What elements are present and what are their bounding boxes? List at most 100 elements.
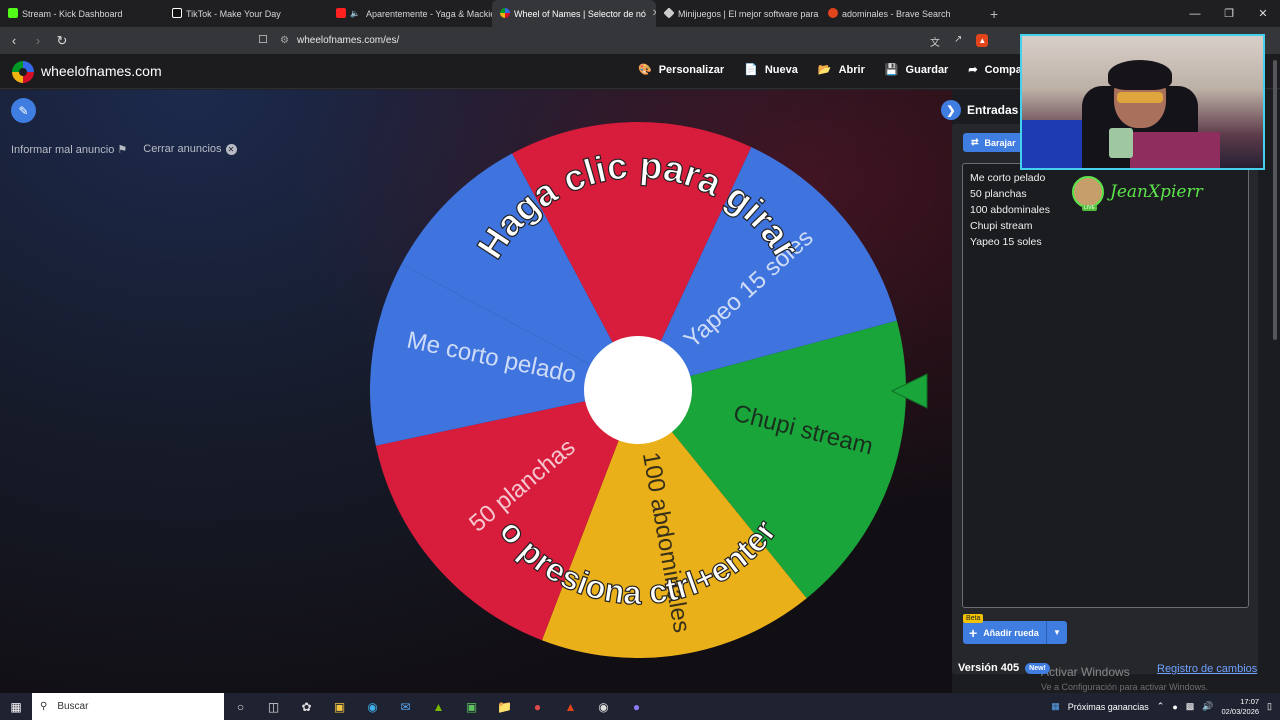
webcam-sunglasses xyxy=(1117,92,1163,103)
mail-icon[interactable]: ✉ xyxy=(389,700,422,714)
bookmark-icon[interactable]: ☐ xyxy=(258,33,268,46)
report-ad-link[interactable]: Informar mal anuncio ⚑ xyxy=(11,143,127,156)
report-ad-label: Informar mal anuncio xyxy=(11,144,115,156)
youtube-favicon-icon xyxy=(336,8,346,18)
menu-label: Nueva xyxy=(764,63,798,76)
tab-title: Stream - Kick Dashboard xyxy=(22,8,123,19)
discord-icon[interactable]: ● xyxy=(620,700,653,714)
new-tab-icon[interactable]: + xyxy=(990,6,998,22)
store-icon[interactable]: ▣ xyxy=(323,700,356,714)
shuffle-icon: ⇄ xyxy=(971,137,979,147)
tab-tiktok[interactable]: TikTok - Make Your Day xyxy=(164,0,328,27)
search-icon: ⚲ xyxy=(40,701,48,712)
news-widget-label[interactable]: Próximas ganancias xyxy=(1068,702,1149,712)
obs-icon[interactable]: ◉ xyxy=(587,700,620,714)
minimize-icon[interactable]: — xyxy=(1178,0,1212,27)
task-view-icon[interactable]: ◫ xyxy=(257,700,290,714)
url-field[interactable]: ⚙ wheelofnames.com/es/ xyxy=(280,31,1020,50)
wheel[interactable]: Chupi stream100 abdominales50 planchasMe… xyxy=(0,90,952,693)
brand-name[interactable]: wheelofnames.com xyxy=(41,63,162,79)
tab-title: TikTok - Make Your Day xyxy=(186,8,281,19)
tab-title: Aparentemente - Yaga & Mackie xyxy=(365,8,492,19)
back-icon[interactable]: ‹ xyxy=(4,33,24,48)
cortana-icon[interactable]: ○ xyxy=(224,700,257,714)
streamer-avatar: LIVE xyxy=(1072,176,1104,211)
system-tray: ▦ Próximas ganancias ⌃ ● ▩ 🔊 17:07 02/03… xyxy=(1051,693,1280,720)
tab-kick[interactable]: Stream - Kick Dashboard xyxy=(0,0,164,27)
window-controls: — ❐ ✕ xyxy=(1178,0,1280,27)
forward-icon[interactable]: › xyxy=(28,33,48,48)
taskbar-search-placeholder: Buscar xyxy=(57,701,89,712)
clock-date: 02/03/2026 xyxy=(1221,706,1260,716)
file-explorer-icon[interactable]: 📁 xyxy=(488,700,521,714)
edge-icon[interactable]: ◉ xyxy=(356,700,389,714)
minecraft-icon[interactable]: ▣ xyxy=(455,700,488,714)
wheel-logo-icon[interactable] xyxy=(12,61,34,83)
app-icon[interactable]: ● xyxy=(521,700,554,714)
microphone-icon[interactable]: ● xyxy=(1172,702,1177,712)
reload-icon[interactable]: ↻ xyxy=(52,33,72,49)
ad-links: Informar mal anuncio ⚑ Cerrar anuncios ✕ xyxy=(11,143,237,156)
new-button[interactable]: 📄 Nueva xyxy=(744,63,798,77)
menu-label: Abrir xyxy=(838,63,865,76)
chevron-down-icon[interactable]: ▼ xyxy=(1046,621,1067,644)
windows-taskbar: ▦ ⚲ Buscar ○ ◫ ✿ ▣ ◉ ✉ ▲ ▣ 📁 ● ▲ ◉ ● ▦ Pr… xyxy=(0,693,1280,720)
customize-button[interactable]: 🎨 Personalizar xyxy=(638,63,725,77)
webcam-hair xyxy=(1108,60,1172,90)
copilot-icon[interactable]: ✿ xyxy=(290,700,323,714)
windows-start-icon[interactable]: ▦ xyxy=(0,700,32,714)
tray-chevron-icon[interactable]: ⌃ xyxy=(1157,701,1165,712)
close-ads-label: Cerrar anuncios xyxy=(143,143,222,155)
clock-time: 17:07 xyxy=(1240,696,1260,706)
restore-icon[interactable]: ❐ xyxy=(1212,0,1246,27)
tiktok-favicon-icon xyxy=(172,8,182,18)
flag-icon: ⚑ xyxy=(117,144,128,156)
menu-label: Personalizar xyxy=(658,63,725,76)
tab-wheel-of-names[interactable]: Wheel of Names | Selector de nó✕ xyxy=(492,0,656,27)
translate-icon[interactable]: 文 xyxy=(930,34,940,49)
version-label: Versión 405 xyxy=(958,662,1020,674)
streamer-name: JeanXpierr xyxy=(1110,182,1203,202)
tab-brave-search[interactable]: adominales - Brave Search xyxy=(820,0,984,27)
kick-favicon-icon xyxy=(8,8,18,18)
nvidia-icon[interactable]: ▲ xyxy=(422,700,455,714)
address-actions: 文 ↗ ▲ xyxy=(930,34,989,49)
share-page-icon[interactable]: ↗ xyxy=(954,34,962,49)
entries-title: Entradas xyxy=(967,103,1019,117)
tab-title: Wheel of Names | Selector de nó xyxy=(514,8,646,19)
save-button[interactable]: 💾 Guardar xyxy=(885,63,949,77)
changelog-link[interactable]: Registro de cambios xyxy=(1157,663,1257,675)
speaker-icon[interactable]: 🔈 xyxy=(350,9,360,18)
open-button[interactable]: 📂 Abrir xyxy=(818,63,865,77)
new-badge: New! xyxy=(1025,662,1050,674)
activate-windows-subtitle: Ve a Configuración para activar Windows. xyxy=(1041,682,1209,692)
edit-pencil-icon[interactable]: ✎ xyxy=(11,98,36,123)
wheel-stage: ✎ Informar mal anuncio ⚑ Cerrar anuncios… xyxy=(0,90,952,693)
brave-search-favicon-icon xyxy=(828,8,838,18)
news-widget-icon[interactable]: ▦ xyxy=(1051,701,1060,712)
tab-minijuegos[interactable]: Minijuegos | El mejor software para j xyxy=(656,0,820,27)
notifications-icon[interactable]: ▯ xyxy=(1267,701,1272,712)
close-window-icon[interactable]: ✕ xyxy=(1246,0,1280,27)
tab-youtube[interactable]: 🔈 Aparentemente - Yaga & Mackie xyxy=(328,0,492,27)
url-text: wheelofnames.com/es/ xyxy=(296,35,400,46)
clock[interactable]: 17:07 02/03/2026 xyxy=(1222,697,1260,717)
shuffle-button[interactable]: ⇄ Barajar xyxy=(963,133,1024,152)
close-circle-icon: ✕ xyxy=(225,144,237,155)
tab-strip: Stream - Kick Dashboard TikTok - Make Yo… xyxy=(0,0,1280,27)
file-icon: 📄 xyxy=(744,64,758,76)
brave-shield-icon[interactable]: ▲ xyxy=(976,34,989,47)
wheel-center[interactable] xyxy=(584,336,692,444)
add-wheel-button[interactable]: + Añadir rueda ▼ xyxy=(963,621,1067,644)
entries-textarea[interactable]: Me corto pelado 50 planchas 100 abdomina… xyxy=(962,163,1249,608)
network-icon[interactable]: ▩ xyxy=(1186,701,1195,712)
volume-icon[interactable]: 🔊 xyxy=(1202,701,1213,712)
taskbar-search[interactable]: ⚲ Buscar xyxy=(32,693,224,720)
brave-taskbar-icon[interactable]: ▲ xyxy=(554,700,587,714)
webcam-phone xyxy=(1109,128,1133,158)
share-icon: ➦ xyxy=(968,64,978,76)
page-scrollbar[interactable] xyxy=(1273,60,1277,340)
activate-windows-title: Activar Windows xyxy=(1041,665,1130,679)
close-ads-link[interactable]: Cerrar anuncios ✕ xyxy=(143,143,237,156)
site-settings-icon[interactable]: ⚙ xyxy=(280,35,289,46)
